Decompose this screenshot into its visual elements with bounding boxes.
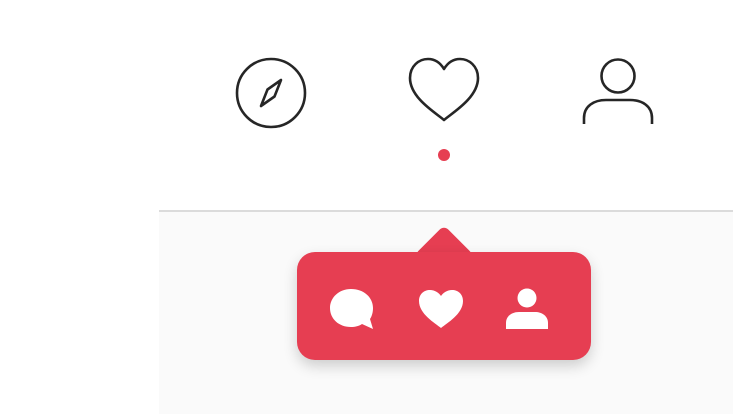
top-nav-bar (0, 0, 733, 211)
explore-compass-icon[interactable] (234, 56, 308, 130)
profile-user-icon[interactable] (580, 56, 656, 128)
notification-dot (438, 149, 450, 161)
heart-icon (416, 287, 466, 331)
comment-icon (327, 286, 377, 332)
activity-heart-icon[interactable] (406, 56, 482, 124)
user-icon (502, 287, 552, 331)
